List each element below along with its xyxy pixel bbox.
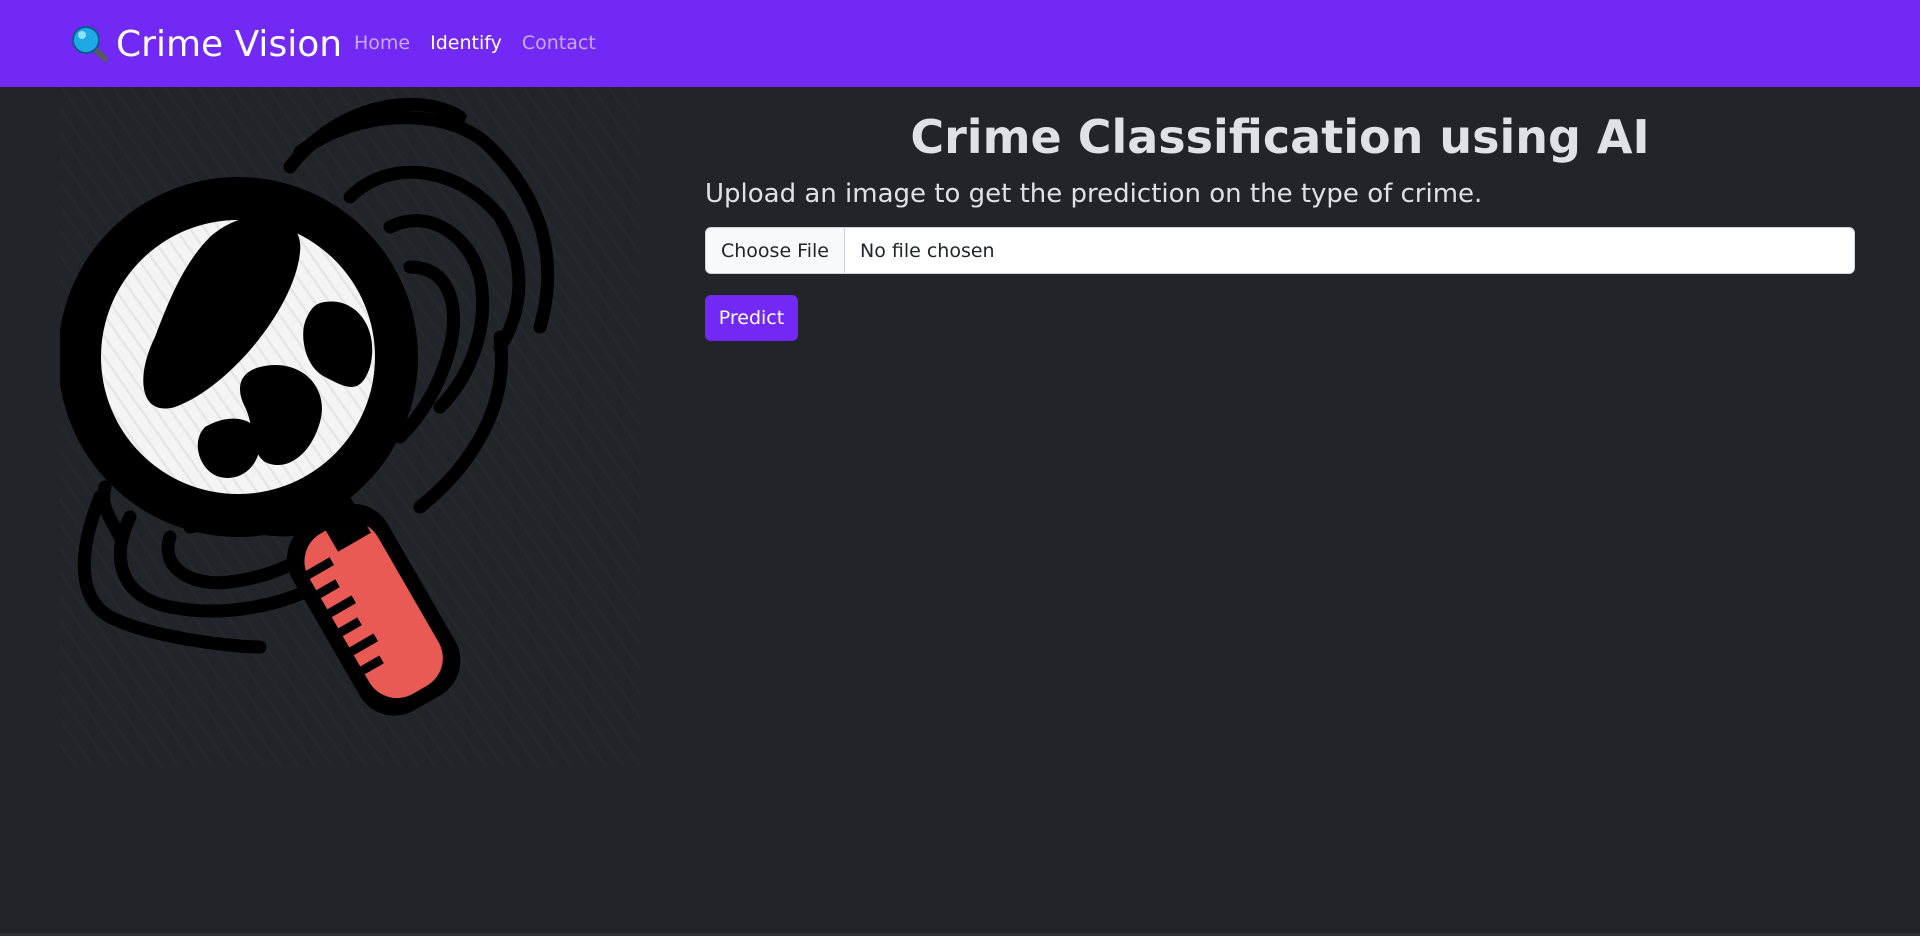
navbar: Crime Vision Home Identify Contact bbox=[0, 0, 1920, 87]
brand-name: Crime Vision bbox=[116, 23, 343, 65]
nav-link-contact[interactable]: Contact bbox=[522, 34, 596, 53]
upload-instructions: Upload an image to get the prediction on… bbox=[705, 179, 1483, 209]
nav-link-identify[interactable]: Identify bbox=[430, 34, 502, 53]
nav-links: Home Identify Contact bbox=[354, 0, 616, 87]
magnifying-glass-fingerprint-icon bbox=[60, 87, 640, 767]
choose-file-button[interactable]: Choose File bbox=[706, 228, 845, 273]
page-title: Crime Classification using AI bbox=[910, 110, 1650, 164]
brand-link[interactable]: Crime Vision bbox=[70, 0, 342, 87]
file-status-text: No file chosen bbox=[859, 239, 995, 262]
file-upload-input[interactable]: Choose File No file chosen bbox=[705, 227, 1855, 274]
predict-button[interactable]: Predict bbox=[705, 295, 798, 341]
nav-link-home[interactable]: Home bbox=[354, 34, 410, 53]
magnifying-glass-icon bbox=[72, 25, 108, 62]
